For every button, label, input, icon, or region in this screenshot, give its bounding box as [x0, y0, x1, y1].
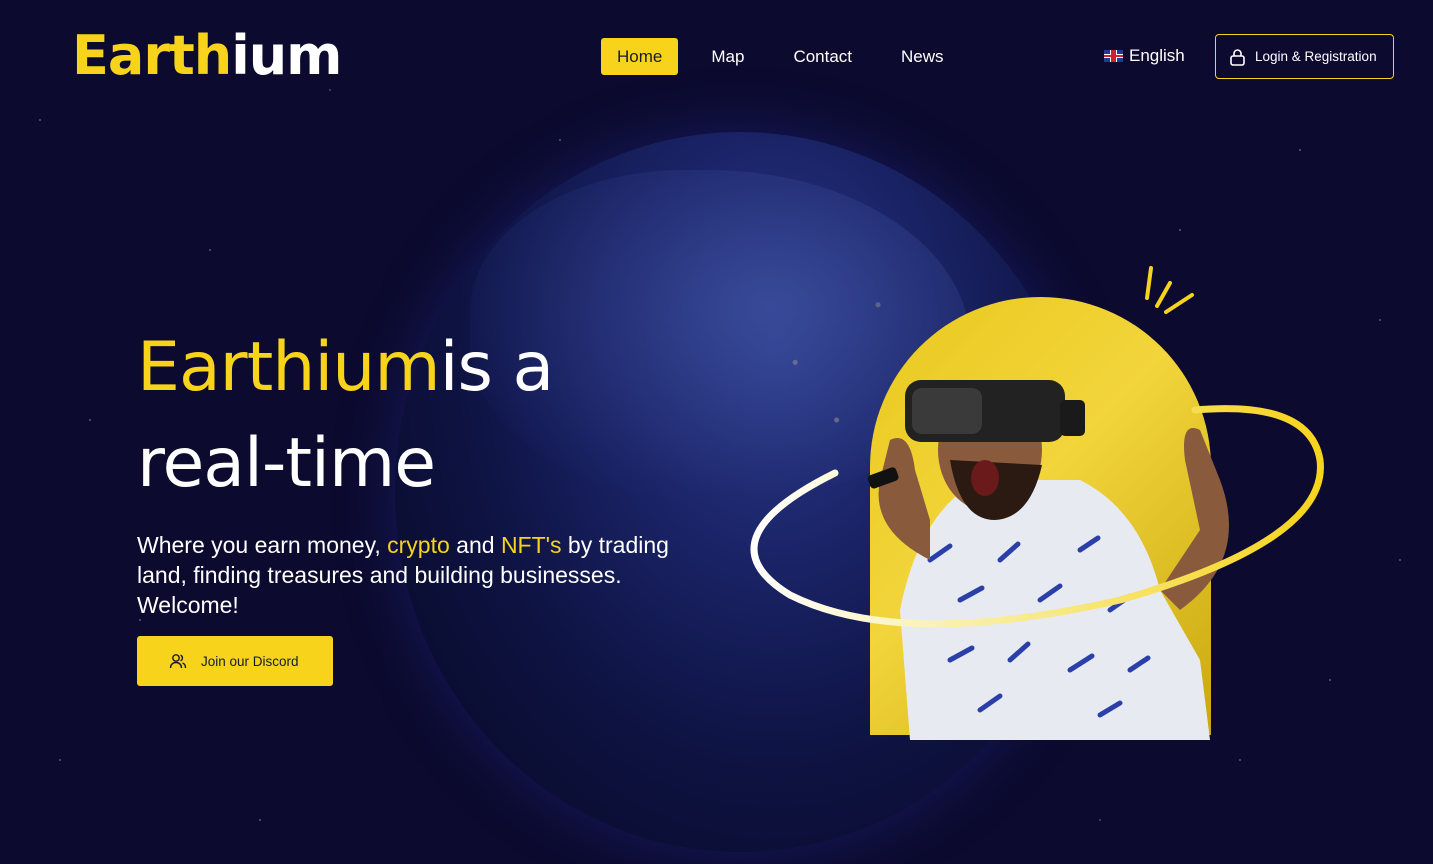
nav-news[interactable]: News [885, 38, 960, 75]
nav-contact[interactable]: Contact [777, 38, 868, 75]
hero-title-rest: is a [439, 328, 555, 407]
hero-title: Earthiumis a real-time [137, 320, 555, 512]
logo-part-white: ium [231, 24, 342, 87]
desc-text: and [449, 532, 501, 558]
main-nav: Home Map Contact News [601, 38, 977, 75]
vr-person-illustration [867, 380, 1229, 740]
desc-text: Where you earn money, [137, 532, 388, 558]
uk-flag-icon [1104, 50, 1123, 62]
earthium-logo[interactable]: Earthium [72, 24, 342, 88]
nav-map[interactable]: Map [695, 38, 760, 75]
login-label: Login & Registration [1255, 49, 1377, 64]
desc-crypto: crypto [387, 532, 450, 558]
language-selector[interactable]: English [1104, 46, 1185, 66]
hero-title-highlight: Earthium [137, 328, 441, 407]
logo-part-yellow: Earth [72, 24, 232, 87]
users-icon [169, 654, 187, 669]
join-discord-button[interactable]: Join our Discord [137, 636, 333, 686]
discord-label: Join our Discord [201, 653, 299, 669]
hero-title-line2: real-time [137, 424, 436, 503]
desc-nft: NFT's [500, 532, 562, 558]
language-label: English [1129, 46, 1185, 65]
hero-description: Where you earn money, crypto and NFT's b… [137, 530, 697, 620]
lock-icon [1230, 48, 1245, 66]
nav-home[interactable]: Home [601, 38, 679, 75]
login-registration-button[interactable]: Login & Registration [1215, 34, 1394, 79]
